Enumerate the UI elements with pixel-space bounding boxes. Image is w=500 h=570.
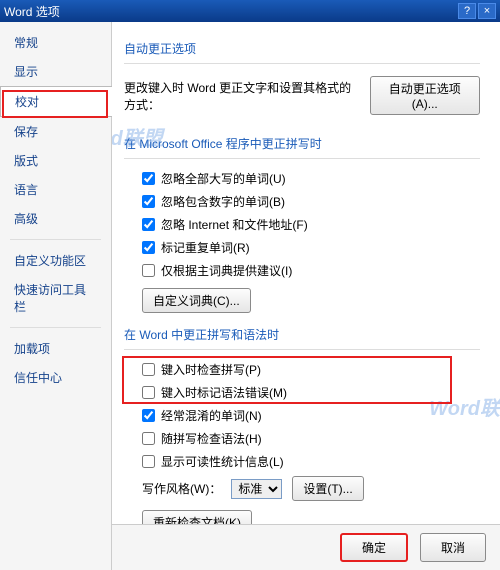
sidebar-item-addins[interactable]: 加载项 — [0, 334, 111, 363]
autocorrect-options-button[interactable]: 自动更正选项(A)... — [370, 76, 480, 115]
chk-mark-grammar[interactable] — [142, 386, 155, 399]
scroll-area[interactable]: Word联盟 Word联盟 自动更正选项 更改键入时 Word 更正文字和设置其… — [112, 22, 500, 524]
section-office-title: 在 Microsoft Office 程序中更正拼写时 — [124, 125, 480, 159]
window-title: Word 选项 — [4, 3, 60, 20]
chk-ignore-numbers[interactable] — [142, 195, 155, 208]
lbl-ignore-caps: 忽略全部大写的单词(U) — [161, 170, 286, 187]
sidebar-item-general[interactable]: 常规 — [0, 28, 111, 57]
sidebar-item-advanced[interactable]: 高级 — [0, 204, 111, 233]
lbl-ignore-internet: 忽略 Internet 和文件地址(F) — [161, 216, 308, 233]
divider — [10, 327, 101, 328]
chk-check-spelling[interactable] — [142, 363, 155, 376]
sidebar-item-qat[interactable]: 快速访问工具栏 — [0, 275, 111, 321]
main-panel: Word联盟 Word联盟 自动更正选项 更改键入时 Word 更正文字和设置其… — [112, 22, 500, 570]
lbl-check-spelling: 键入时检查拼写(P) — [161, 361, 261, 378]
lbl-readability: 显示可读性统计信息(L) — [161, 453, 284, 470]
ok-button[interactable]: 确定 — [340, 533, 408, 562]
sidebar-item-layout[interactable]: 版式 — [0, 146, 111, 175]
sidebar-item-trust[interactable]: 信任中心 — [0, 363, 111, 392]
window-buttons: ? × — [458, 3, 496, 19]
lbl-main-dict: 仅根据主词典提供建议(I) — [161, 262, 292, 279]
section-autocorrect-title: 自动更正选项 — [124, 30, 480, 64]
chk-readability[interactable] — [142, 455, 155, 468]
lbl-ignore-numbers: 忽略包含数字的单词(B) — [161, 193, 285, 210]
sidebar-item-proofing[interactable]: 校对 — [0, 86, 112, 117]
close-button[interactable]: × — [478, 3, 496, 19]
writing-style-select[interactable]: 标准 — [231, 479, 282, 499]
lbl-mark-grammar: 键入时标记语法错误(M) — [161, 384, 287, 401]
chk-confused-words[interactable] — [142, 409, 155, 422]
footer: 确定 取消 — [112, 524, 500, 570]
lbl-grammar-with-spell: 随拼写检查语法(H) — [161, 430, 262, 447]
sidebar-item-language[interactable]: 语言 — [0, 175, 111, 204]
custom-dict-button[interactable]: 自定义词典(C)... — [142, 288, 251, 313]
chk-main-dict[interactable] — [142, 264, 155, 277]
settings-button[interactable]: 设置(T)... — [292, 476, 363, 501]
chk-ignore-caps[interactable] — [142, 172, 155, 185]
sidebar-item-customize-ribbon[interactable]: 自定义功能区 — [0, 246, 111, 275]
chk-flag-repeat[interactable] — [142, 241, 155, 254]
autocorrect-desc: 更改键入时 Word 更正文字和设置其格式的方式： — [124, 79, 362, 113]
sidebar-item-save[interactable]: 保存 — [0, 117, 111, 146]
chk-grammar-with-spell[interactable] — [142, 432, 155, 445]
recheck-button[interactable]: 重新检查文档(K) — [142, 510, 252, 524]
chk-ignore-internet[interactable] — [142, 218, 155, 231]
writing-style-label: 写作风格(W)： — [142, 480, 221, 497]
sidebar-item-display[interactable]: 显示 — [0, 57, 111, 86]
section-word-title: 在 Word 中更正拼写和语法时 — [124, 316, 480, 350]
titlebar: Word 选项 ? × — [0, 0, 500, 22]
cancel-button[interactable]: 取消 — [420, 533, 486, 562]
help-button[interactable]: ? — [458, 3, 476, 19]
sidebar: 常规 显示 校对 保存 版式 语言 高级 自定义功能区 快速访问工具栏 加载项 … — [0, 22, 112, 570]
divider — [10, 239, 101, 240]
lbl-flag-repeat: 标记重复单词(R) — [161, 239, 250, 256]
lbl-confused-words: 经常混淆的单词(N) — [161, 407, 262, 424]
